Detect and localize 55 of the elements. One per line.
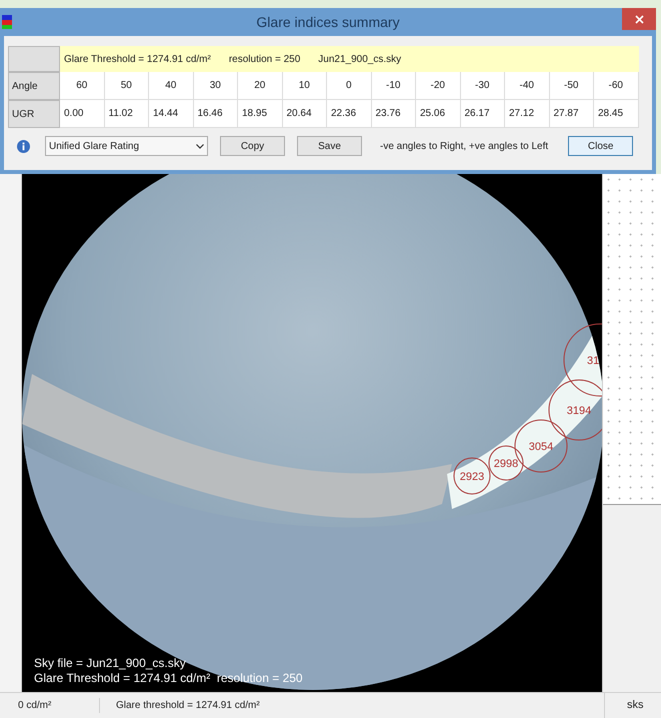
row-header: Angle [8, 72, 60, 100]
table-cell: 50 [104, 72, 149, 100]
table-cell: 23.76 [372, 100, 416, 128]
glare-value-label: 3054 [528, 441, 554, 453]
glare-value-label: 3194 [566, 405, 592, 417]
table-cell: 26.17 [460, 100, 505, 128]
threshold-text: Glare Threshold = 1274.91 cd/m² [64, 52, 211, 66]
table-cell: 22.36 [327, 100, 372, 128]
metric-dropdown[interactable]: Unified Glare Rating [45, 136, 208, 156]
table-cell: -30 [460, 72, 505, 100]
table-cell: -20 [416, 72, 460, 100]
table-cell: 20 [238, 72, 282, 100]
table-cell: 27.12 [505, 100, 550, 128]
table-cell: 20.64 [282, 100, 327, 128]
hint-text: -ve angles to Right, +ve angles to Left [380, 140, 548, 154]
sky-file-text: Jun21_900_cs.sky [318, 52, 402, 66]
tab-label[interactable]: sks [627, 697, 644, 714]
table-cell: 0.00 [60, 100, 104, 128]
glare-value-label: 31 [587, 355, 600, 367]
table-cell: 18.95 [238, 100, 282, 128]
row-header: UGR [8, 100, 60, 128]
table-cell: 25.06 [416, 100, 460, 128]
app-logo-icon [2, 15, 12, 29]
table-cell: -60 [594, 72, 638, 100]
table-cell: 14.44 [149, 100, 194, 128]
close-icon [634, 14, 644, 24]
dropdown-value: Unified Glare Rating [49, 140, 140, 154]
table-cell: 27.87 [550, 100, 594, 128]
table-cell: 10 [282, 72, 327, 100]
window-title: Glare indices summary [256, 12, 400, 32]
close-button[interactable] [622, 8, 656, 30]
render-caption: Sky file = Jun21_900_cs.sky [34, 656, 186, 670]
info-icon [17, 140, 30, 152]
table-cell: -50 [550, 72, 594, 100]
close-dialog-button[interactable]: Close [568, 136, 634, 156]
glare-source-marker [548, 380, 602, 440]
table-cell: 11.02 [104, 100, 149, 128]
table-cell: 28.45 [594, 100, 638, 128]
table-cell: 0 [327, 72, 372, 100]
table-cell: 60 [60, 72, 104, 100]
status-text: Glare threshold = 1274.91 cd/m² [115, 699, 260, 713]
table-cell: 30 [194, 72, 238, 100]
table-cell: 16.46 [194, 100, 238, 128]
table-cell: -10 [372, 72, 416, 100]
dialog-button[interactable]: Copy [220, 136, 285, 156]
resolution-text: resolution = 250 [228, 52, 300, 66]
table-cell: 40 [149, 72, 194, 100]
dialog-button[interactable]: Save [297, 136, 362, 156]
glare-value-label: 2923 [460, 471, 484, 483]
corner-cell [8, 46, 60, 72]
chevron-down-icon [196, 144, 204, 148]
glare-value-label: 2998 [494, 458, 518, 470]
table-cell: -40 [505, 72, 550, 100]
glare-source-marker [454, 458, 490, 494]
status-text: 0 cd/m² [0, 698, 100, 713]
